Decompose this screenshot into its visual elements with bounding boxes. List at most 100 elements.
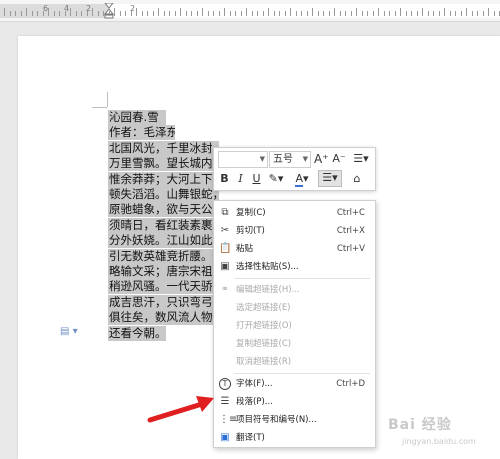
- ruler-tick: [53, 11, 55, 16]
- ruler-tick: [422, 8, 423, 16]
- document-line[interactable]: 成吉思汗，只识弯弓射: [108, 294, 219, 310]
- ruler-tick: [37, 11, 38, 16]
- menu-item-remove-hyperlink[interactable]: 取消超链接(R): [214, 353, 375, 371]
- ruler-tick: [251, 11, 253, 16]
- ruler-tick: [460, 11, 462, 16]
- align-button[interactable]: ☰▾: [318, 170, 342, 187]
- ruler-tick: [48, 8, 49, 16]
- watermark-url: jingyan.baidu.com: [402, 437, 476, 446]
- ruler-tick: [394, 11, 396, 16]
- document-line[interactable]: 万里雪飘。望长城内外: [108, 156, 219, 172]
- ruler-tick: [180, 8, 181, 16]
- menu-item-edit-hyperlink[interactable]: ⚭ 编辑超链接(H)...: [214, 281, 375, 299]
- grow-font-button[interactable]: A⁺: [314, 152, 329, 166]
- ruler-tick: [350, 11, 352, 16]
- ruler-tick: [9, 11, 11, 16]
- format-painter-icon[interactable]: ⌂: [348, 172, 366, 186]
- menu-item-paste[interactable]: 📋 粘贴 Ctrl+V: [214, 240, 375, 258]
- document-line[interactable]: 须晴日，看红装素裹，: [108, 217, 219, 233]
- paste-special-icon: ▣: [220, 261, 230, 272]
- ruler-tick: [361, 11, 363, 16]
- menu-item-font[interactable]: T 字体(F)... Ctrl+D: [214, 375, 375, 393]
- bold-button[interactable]: B: [218, 172, 231, 186]
- ruler-tick: [405, 11, 407, 16]
- ruler-tick: [493, 11, 495, 16]
- document-line[interactable]: 稍逊风骚。一代天骄，: [108, 279, 219, 295]
- ruler-tick: [383, 11, 385, 16]
- menu-item-copy[interactable]: ⧉ 复制(C) Ctrl+C: [214, 204, 375, 222]
- menu-item-bullets-numbering[interactable]: ⋮≡ 项目符号和编号(N)...: [214, 411, 375, 429]
- document-line[interactable]: 北国风光，千里冰封，: [108, 140, 219, 156]
- ruler-tick: [15, 11, 16, 16]
- ruler-tick: [416, 11, 418, 16]
- ruler-tick: [279, 11, 280, 16]
- document-line[interactable]: 沁园春.雪: [108, 110, 166, 125]
- ruler-tick: [400, 8, 401, 16]
- ruler-tick: [246, 8, 247, 16]
- ruler-tick: [169, 11, 170, 16]
- ruler-tick: [257, 11, 258, 16]
- ruler-tick: [70, 8, 71, 16]
- ruler-tick: [482, 11, 484, 16]
- ruler-tick: [433, 11, 434, 16]
- document-line[interactable]: 引无数英雄竞折腰。惜: [108, 248, 219, 264]
- ruler-tick: [26, 8, 27, 16]
- ruler-tick: [42, 11, 44, 16]
- ruler-tick: [114, 8, 115, 16]
- menu-item-paste-special[interactable]: ▣ 选择性粘贴(S)...: [214, 258, 375, 276]
- ruler-tick: [207, 11, 209, 16]
- ruler-tick: [125, 11, 126, 16]
- ruler-tick: [449, 11, 451, 16]
- line-spacing-icon[interactable]: ☰▾: [349, 152, 373, 166]
- ruler-tick: [306, 11, 308, 16]
- menu-item-copy-hyperlink[interactable]: 复制超链接(C): [214, 335, 375, 353]
- ruler-tick: [229, 11, 231, 16]
- menu-item-open-hyperlink[interactable]: 打开超链接(O): [214, 317, 375, 335]
- ruler-tick: [108, 11, 110, 16]
- bullet-list-icon: ⋮≡: [219, 414, 238, 425]
- ruler-tick: [130, 11, 132, 16]
- font-name-select[interactable]: ▼: [218, 151, 268, 168]
- ruler-tick: [4, 8, 5, 16]
- ruler-tick: [284, 11, 286, 16]
- document-line[interactable]: 略输文采；唐宗宋祖，: [108, 264, 219, 279]
- ruler-tick: [328, 11, 330, 16]
- ruler-tick: [152, 11, 154, 16]
- paragraph-layout-icon[interactable]: ▤ ▾: [60, 326, 78, 337]
- menu-separator: [234, 373, 370, 374]
- underline-button[interactable]: U: [250, 172, 263, 186]
- menu-item-translate[interactable]: ▣ 翻译(T): [214, 429, 375, 447]
- margin-corner-mark: [107, 92, 108, 107]
- shrink-font-button[interactable]: A⁻: [332, 152, 346, 166]
- paste-icon: 📋: [219, 243, 232, 254]
- horizontal-ruler[interactable]: 6 4 2 2: [0, 0, 500, 22]
- highlight-color-icon[interactable]: ✎▾: [265, 172, 287, 186]
- ruler-tick: [218, 11, 220, 16]
- document-line[interactable]: 原驰蜡象，欲与天公试: [108, 202, 219, 218]
- ruler-text-area: [108, 4, 500, 18]
- margin-corner-mark: [92, 107, 107, 108]
- ruler-tick: [312, 8, 313, 16]
- document-line[interactable]: 惟余莽莽；大河上下，: [108, 171, 219, 187]
- copy-icon: ⧉: [221, 207, 229, 218]
- menu-item-paragraph[interactable]: ☰ 段落(P)...: [214, 393, 375, 411]
- italic-button[interactable]: I: [234, 172, 247, 186]
- document-line[interactable]: 还看今朝。: [108, 325, 166, 341]
- ruler-tick: [262, 11, 264, 16]
- menu-item-cut[interactable]: ✂ 剪切(T) Ctrl+X: [214, 222, 375, 240]
- menu-item-select-hyperlink[interactable]: 选定超链接(E): [214, 299, 375, 317]
- ruler-tick: [240, 11, 242, 16]
- ruler-tick: [163, 11, 165, 16]
- document-line[interactable]: 作者：毛泽东: [108, 125, 175, 141]
- document-line[interactable]: 俱往矣，数风流人物，: [108, 310, 219, 326]
- ruler-tick: [301, 11, 302, 16]
- document-line[interactable]: 顿失滔滔。山舞银蛇，: [108, 187, 219, 202]
- chevron-down-icon: ▼: [302, 155, 308, 163]
- font-color-button[interactable]: A▾: [291, 172, 313, 187]
- ruler-tick: [389, 11, 390, 16]
- document-line[interactable]: 分外妖娆。江山如此多: [108, 233, 219, 249]
- ruler-tick: [427, 11, 429, 16]
- font-size-select[interactable]: 五号 ▼: [269, 151, 311, 168]
- ruler-tick: [158, 8, 159, 16]
- floating-format-toolbar: ▼ 五号 ▼ A⁺ A⁻ ☰▾ B I U ✎▾ A▾ ☰▾ ⌂: [213, 147, 376, 191]
